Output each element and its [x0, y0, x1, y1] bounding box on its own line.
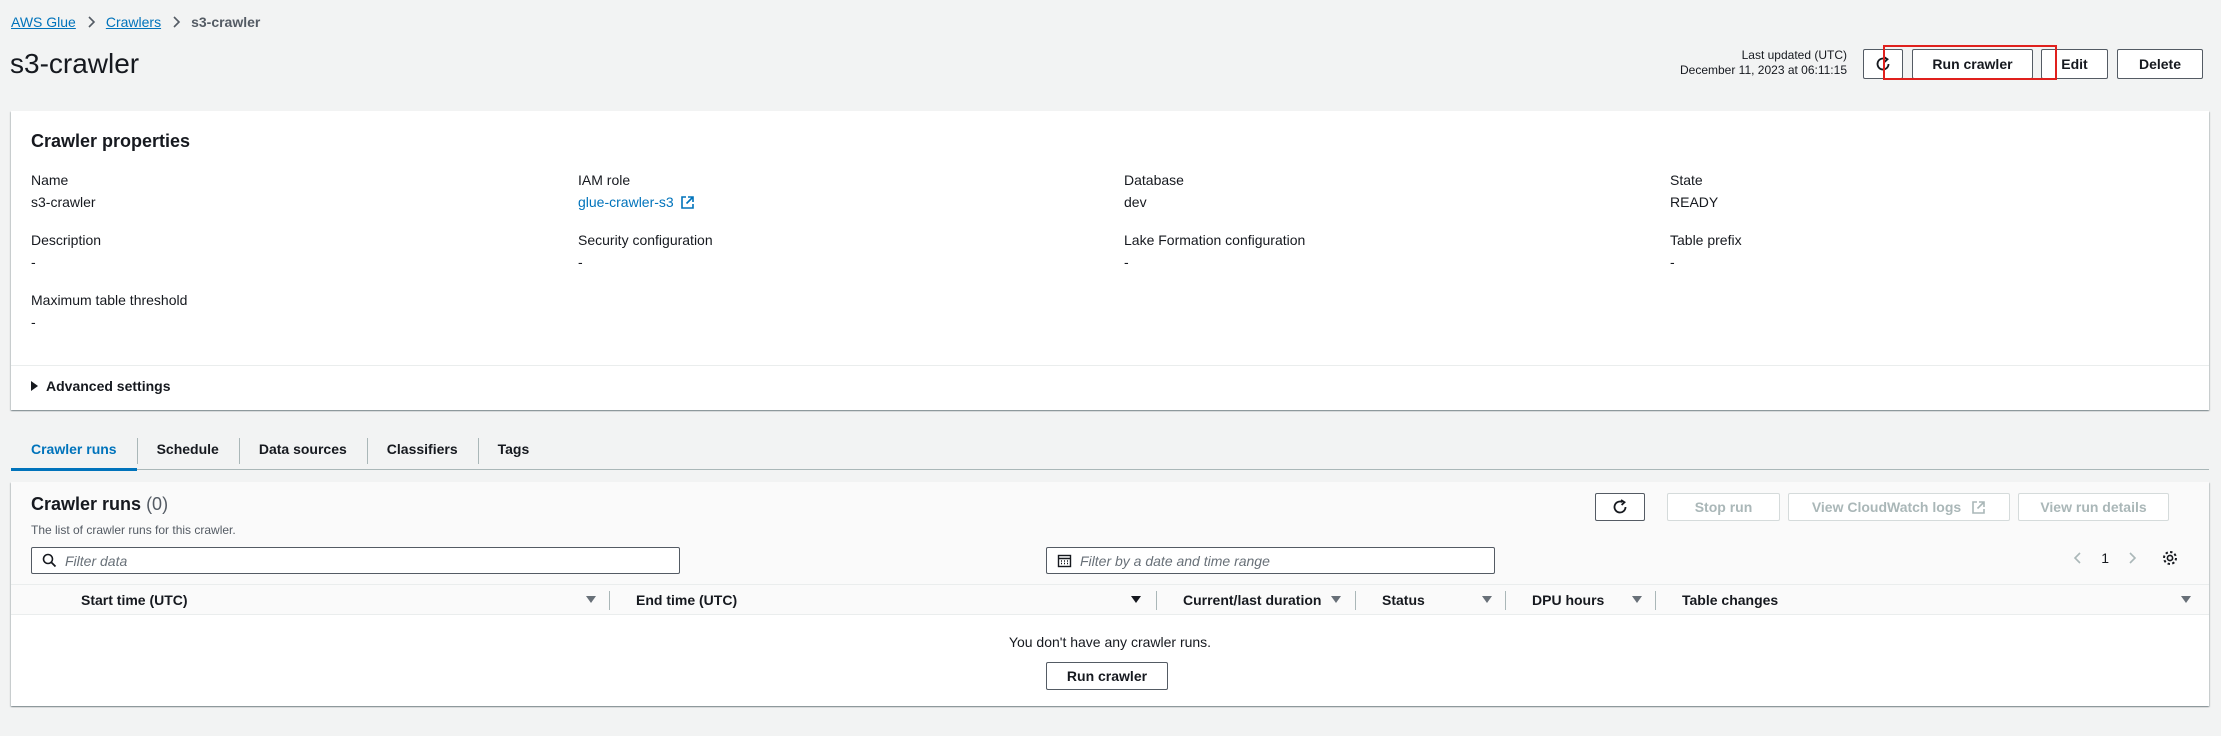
view-cloudwatch-logs-button[interactable]: View CloudWatch logs — [1788, 493, 2010, 521]
runs-description: The list of crawler runs for this crawle… — [31, 523, 236, 537]
search-icon — [42, 553, 57, 568]
empty-run-crawler-button[interactable]: Run crawler — [1046, 662, 1168, 690]
runs-actions: Stop run View CloudWatch logs View run d… — [1595, 493, 2169, 521]
crawler-runs-panel: Crawler runs (0) The list of crawler run… — [11, 482, 2209, 706]
prop-name: Name s3-crawler — [31, 170, 96, 212]
view-cloudwatch-logs-label: View CloudWatch logs — [1811, 499, 1962, 515]
date-range-placeholder: Filter by a date and time range — [1080, 552, 1270, 569]
page-title: s3-crawler — [10, 48, 140, 79]
stop-run-button[interactable]: Stop run — [1667, 493, 1780, 521]
prop-name-label: Name — [31, 172, 69, 188]
prop-database-value: dev — [1124, 194, 1147, 210]
date-range-filter[interactable]: Filter by a date and time range — [1046, 547, 1495, 574]
sort-caret-icon[interactable] — [1331, 596, 1341, 603]
prop-max-threshold: Maximum table threshold - — [31, 290, 187, 332]
runs-refresh-button[interactable] — [1595, 493, 1645, 521]
runs-title-text: Crawler runs — [31, 494, 142, 514]
sort-caret-icon[interactable] — [1482, 596, 1492, 603]
prop-lake-formation: Lake Formation configuration - — [1124, 230, 1305, 272]
tab-data-sources[interactable]: Data sources — [238, 436, 367, 470]
gear-icon[interactable] — [2161, 549, 2179, 567]
last-updated: Last updated (UTC) December 11, 2023 at … — [1680, 48, 1847, 78]
chevron-right-icon — [88, 16, 95, 28]
last-updated-value: December 11, 2023 at 06:11:15 — [1679, 63, 1847, 77]
prop-table-prefix: Table prefix - — [1670, 230, 1742, 272]
pagination: 1 — [2073, 549, 2179, 567]
prop-description-label: Description — [31, 232, 102, 248]
sort-caret-icon[interactable] — [1632, 596, 1642, 603]
prop-lake-formation-value: - — [1124, 254, 1129, 270]
chevron-right-icon — [173, 16, 181, 28]
col-table-changes[interactable]: Table changes — [1668, 585, 2168, 616]
runs-count: (0) — [146, 494, 169, 514]
breadcrumb-current: s3-crawler — [191, 14, 261, 30]
chevron-left-icon[interactable] — [2073, 551, 2083, 565]
prop-iam-role: IAM role glue-crawler-s3 — [578, 170, 695, 212]
prop-max-threshold-label: Maximum table threshold — [31, 292, 188, 308]
sort-caret-icon[interactable] — [586, 596, 596, 603]
breadcrumb-crawlers[interactable]: Crawlers — [106, 14, 161, 30]
delete-button[interactable]: Delete — [2117, 49, 2203, 79]
caret-right-icon — [31, 381, 38, 391]
runs-header: Crawler runs (0) The list of crawler run… — [11, 482, 2209, 584]
view-run-details-button[interactable]: View run details — [2018, 493, 2169, 521]
prop-table-prefix-value: - — [1670, 254, 1675, 270]
tab-crawler-runs[interactable]: Crawler runs — [11, 436, 137, 471]
run-crawler-button[interactable]: Run crawler — [1912, 49, 2033, 79]
breadcrumb: AWS Glue Crawlers s3-crawler — [11, 14, 260, 30]
prop-state-label: State — [1670, 172, 1703, 188]
col-start-time[interactable]: Start time (UTC) — [67, 585, 612, 616]
refresh-button[interactable] — [1863, 49, 1903, 79]
refresh-icon — [1876, 56, 1890, 71]
prop-security-value: - — [578, 254, 583, 270]
filter-data-input[interactable]: Filter data — [31, 547, 680, 574]
tab-classifiers[interactable]: Classifiers — [366, 436, 478, 470]
page-number[interactable]: 1 — [2101, 550, 2109, 566]
crawler-properties-panel: Crawler properties Name s3-crawler IAM r… — [11, 111, 2209, 410]
iam-role-link[interactable]: glue-crawler-s3 — [578, 192, 674, 212]
properties-title: Crawler properties — [31, 131, 191, 151]
calendar-icon — [1057, 554, 1072, 568]
edit-button[interactable]: Edit — [2041, 49, 2108, 79]
prop-iam-role-label: IAM role — [578, 172, 631, 188]
tab-bar: Crawler runs Schedule Data sources Class… — [11, 436, 2209, 471]
refresh-icon — [1613, 499, 1627, 514]
external-link-icon — [1972, 500, 1985, 514]
sort-caret-icon[interactable] — [1131, 596, 1141, 603]
prop-security: Security configuration - — [578, 230, 713, 272]
prop-description-value: - — [31, 254, 36, 270]
sort-caret-icon[interactable] — [2181, 596, 2191, 603]
prop-database: Database dev — [1124, 170, 1184, 212]
prop-lake-formation-label: Lake Formation configuration — [1124, 232, 1306, 248]
advanced-settings-toggle[interactable]: Advanced settings — [11, 365, 2209, 406]
prop-security-label: Security configuration — [578, 232, 713, 248]
breadcrumb-aws-glue[interactable]: AWS Glue — [11, 14, 76, 30]
external-link-icon — [680, 195, 694, 209]
filter-data-placeholder: Filter data — [65, 552, 128, 569]
prop-table-prefix-label: Table prefix — [1670, 232, 1742, 248]
advanced-settings-label: Advanced settings — [46, 378, 171, 394]
prop-max-threshold-value: - — [31, 314, 36, 330]
chevron-right-icon[interactable] — [2127, 551, 2137, 565]
table-header: Start time (UTC) End time (UTC) Current/… — [11, 584, 2209, 615]
empty-state-text: You don't have any crawler runs. — [1008, 634, 1212, 650]
col-end-time[interactable]: End time (UTC) — [622, 585, 1167, 616]
header-actions: Last updated (UTC) December 11, 2023 at … — [1680, 48, 2203, 79]
prop-name-value: s3-crawler — [31, 194, 96, 210]
prop-description: Description - — [31, 230, 101, 272]
tab-schedule[interactable]: Schedule — [136, 436, 239, 470]
tab-tags[interactable]: Tags — [477, 436, 550, 470]
prop-state: State READY — [1670, 170, 1718, 212]
prop-state-value: READY — [1670, 194, 1719, 210]
runs-title: Crawler runs (0) — [31, 494, 168, 515]
prop-database-label: Database — [1124, 172, 1184, 188]
last-updated-label: Last updated (UTC) — [1741, 48, 1847, 62]
